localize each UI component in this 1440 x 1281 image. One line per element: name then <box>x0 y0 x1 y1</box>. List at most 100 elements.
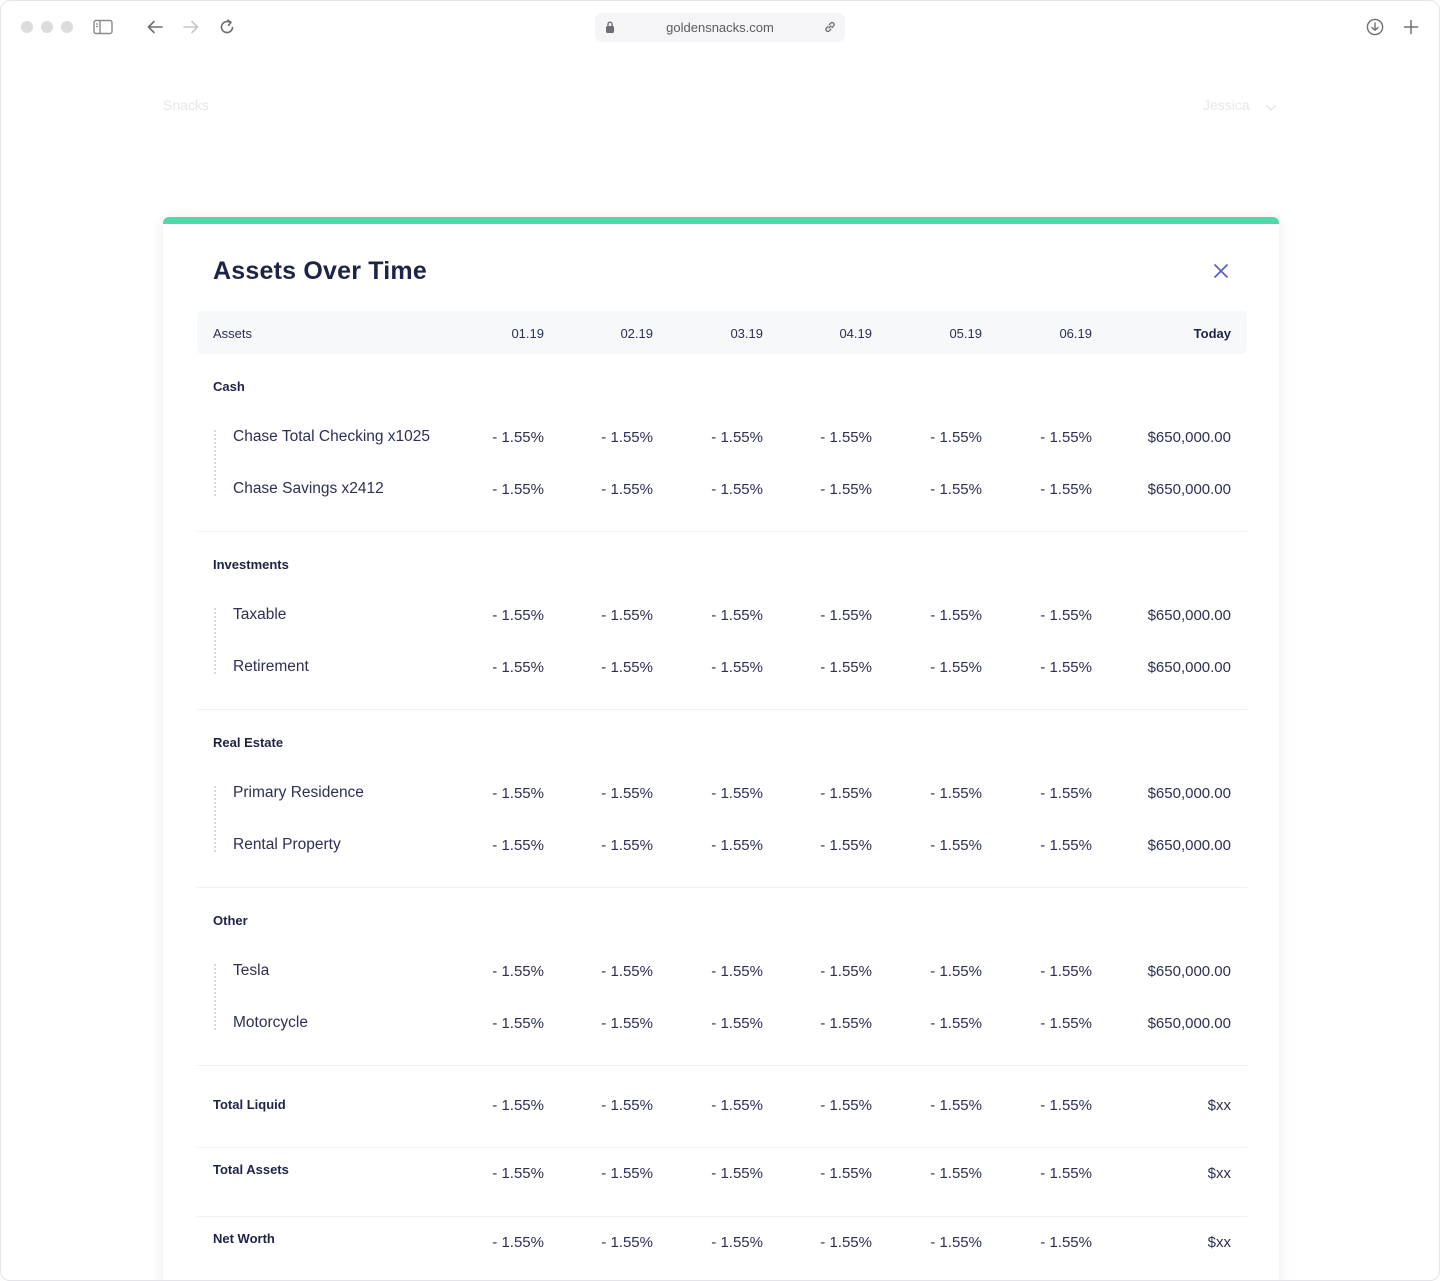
value-cell: - 1.55% <box>492 429 544 446</box>
value-cell: - 1.55% <box>820 1234 872 1251</box>
value-cell: - 1.55% <box>711 1234 763 1251</box>
value-cell: - 1.55% <box>1040 1097 1092 1114</box>
value-cell: - 1.55% <box>492 1165 544 1182</box>
value-cell: - 1.55% <box>601 429 653 446</box>
today-value: $xx <box>1207 1234 1231 1251</box>
value-cell: - 1.55% <box>820 1015 872 1032</box>
value-cell: - 1.55% <box>711 481 763 498</box>
value-cell: - 1.55% <box>930 429 982 446</box>
group-divider <box>197 531 1247 532</box>
value-cell: - 1.55% <box>711 1165 763 1182</box>
column-header[interactable]: 06.19 <box>1059 326 1092 341</box>
value-cell: - 1.55% <box>492 1097 544 1114</box>
value-cell: - 1.55% <box>930 481 982 498</box>
value-cell: - 1.55% <box>930 837 982 854</box>
value-cell: - 1.55% <box>711 1015 763 1032</box>
table-row[interactable]: Motorcycle - 1.55% - 1.55% - 1.55% - 1.55% - … <box>197 1014 1247 1038</box>
modal-accent-bar <box>163 217 1279 224</box>
page-brand[interactable]: Snacks <box>163 97 209 113</box>
assets-table: Assets 01.19 02.19 03.19 04.19 05.19 06.19 Toda… <box>197 311 1247 1251</box>
total-row: Net Worth - 1.55% - 1.55% - 1.55% - 1.55% - 1… <box>197 1229 1247 1259</box>
table-row[interactable]: Retirement - 1.55% - 1.55% - 1.55% - 1.55% - … <box>197 658 1247 682</box>
value-cell: - 1.55% <box>820 785 872 802</box>
value-cell: - 1.55% <box>711 785 763 802</box>
column-header[interactable]: 05.19 <box>949 326 982 341</box>
value-cell: - 1.55% <box>820 607 872 624</box>
value-cell: - 1.55% <box>820 837 872 854</box>
value-cell: - 1.55% <box>1040 963 1092 980</box>
download-icon[interactable] <box>1363 15 1387 39</box>
group-divider <box>197 709 1247 710</box>
value-cell: - 1.55% <box>930 607 982 624</box>
account-name: Primary Residence <box>233 784 364 801</box>
column-header[interactable]: 02.19 <box>620 326 653 341</box>
back-arrow-icon[interactable] <box>143 15 167 39</box>
total-divider <box>197 1147 1247 1148</box>
reload-icon[interactable] <box>215 15 239 39</box>
value-cell: - 1.55% <box>492 1234 544 1251</box>
today-value: $650,000.00 <box>1147 963 1231 980</box>
group-title: Investments <box>213 557 289 572</box>
close-window-button[interactable] <box>21 21 33 33</box>
value-cell: - 1.55% <box>820 1165 872 1182</box>
today-value: $650,000.00 <box>1147 1015 1231 1032</box>
today-value: $650,000.00 <box>1147 429 1231 446</box>
value-cell: - 1.55% <box>1040 429 1092 446</box>
account-name: Tesla <box>233 962 270 979</box>
assets-modal: Assets Over Time Assets 01.19 02.19 03.19 04… <box>163 217 1279 1280</box>
value-cell: - 1.55% <box>1040 1015 1092 1032</box>
value-cell: - 1.55% <box>601 1015 653 1032</box>
chevron-down-icon[interactable] <box>1265 99 1277 117</box>
account-name: Chase Savings x2412 <box>233 480 384 497</box>
today-value: $650,000.00 <box>1147 785 1231 802</box>
close-icon[interactable] <box>1209 259 1233 283</box>
value-cell: - 1.55% <box>820 481 872 498</box>
column-header[interactable]: 03.19 <box>730 326 763 341</box>
value-cell: - 1.55% <box>492 659 544 676</box>
group-title: Cash <box>213 379 245 394</box>
table-row[interactable]: Rental Property - 1.55% - 1.55% - 1.55% - 1.… <box>197 836 1247 860</box>
address-bar[interactable]: goldensnacks.com <box>595 13 845 42</box>
total-divider <box>197 1216 1247 1217</box>
value-cell: - 1.55% <box>492 837 544 854</box>
value-cell: - 1.55% <box>930 1165 982 1182</box>
value-cell: - 1.55% <box>711 429 763 446</box>
value-cell: - 1.55% <box>711 837 763 854</box>
value-cell: - 1.55% <box>711 659 763 676</box>
url-text: goldensnacks.com <box>666 20 774 35</box>
forward-arrow-icon[interactable] <box>179 15 203 39</box>
value-cell: - 1.55% <box>601 1165 653 1182</box>
table-row[interactable]: Tesla - 1.55% - 1.55% - 1.55% - 1.55% - 1.55%… <box>197 962 1247 986</box>
value-cell: - 1.55% <box>601 785 653 802</box>
column-header[interactable]: 01.19 <box>511 326 544 341</box>
new-tab-icon[interactable] <box>1399 15 1423 39</box>
column-header[interactable]: Today <box>1194 326 1231 341</box>
value-cell: - 1.55% <box>820 429 872 446</box>
value-cell: - 1.55% <box>601 837 653 854</box>
table-row[interactable]: Chase Savings x2412 - 1.55% - 1.55% - 1.55%… <box>197 480 1247 504</box>
group-divider <box>197 887 1247 888</box>
value-cell: - 1.55% <box>1040 659 1092 676</box>
total-label: Net Worth <box>213 1231 275 1246</box>
minimize-window-button[interactable] <box>41 21 53 33</box>
value-cell: - 1.55% <box>492 1015 544 1032</box>
total-label: Total Liquid <box>213 1097 286 1112</box>
zoom-window-button[interactable] <box>61 21 73 33</box>
account-name: Chase Total Checking x1025 <box>233 428 431 445</box>
value-cell: - 1.55% <box>492 607 544 624</box>
value-cell: - 1.55% <box>601 963 653 980</box>
user-menu[interactable]: Jessica <box>1203 97 1250 113</box>
account-name: Motorcycle <box>233 1014 308 1031</box>
value-cell: - 1.55% <box>1040 1234 1092 1251</box>
today-value: $650,000.00 <box>1147 607 1231 624</box>
link-icon[interactable] <box>823 20 837 39</box>
table-row[interactable]: Primary Residence - 1.55% - 1.55% - 1.55% - … <box>197 784 1247 808</box>
table-row[interactable]: Chase Total Checking x1025 - 1.55% - 1.55%… <box>197 428 1247 452</box>
table-row[interactable]: Taxable - 1.55% - 1.55% - 1.55% - 1.55% - 1.5… <box>197 606 1247 630</box>
value-cell: - 1.55% <box>601 1097 653 1114</box>
column-header[interactable]: 04.19 <box>839 326 872 341</box>
value-cell: - 1.55% <box>601 607 653 624</box>
value-cell: - 1.55% <box>930 659 982 676</box>
account-name: Taxable <box>233 606 287 623</box>
sidebar-toggle-icon[interactable] <box>91 15 115 39</box>
